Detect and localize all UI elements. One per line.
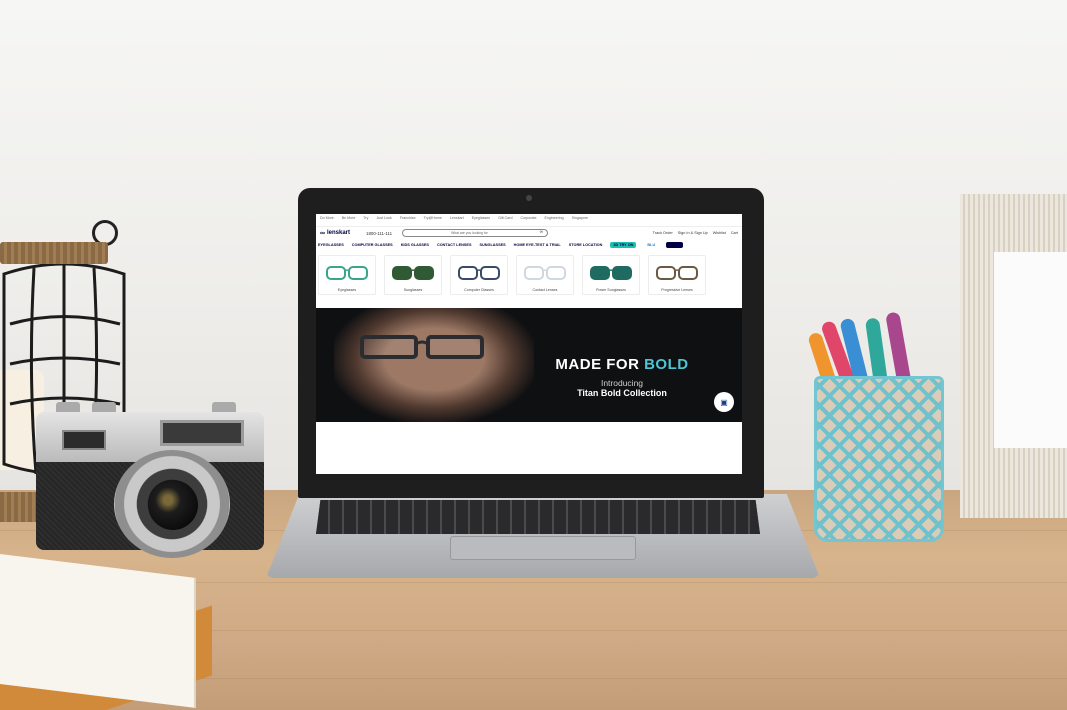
chat-button[interactable]: ▣ (714, 392, 734, 412)
webcam (526, 195, 532, 201)
glasses-search-icon[interactable]: ∞ (540, 230, 543, 235)
website-display: Do More Be More Try Just Look Franchise Try@H… (316, 214, 742, 474)
nav-item[interactable]: CONTACT LENSES (437, 243, 472, 247)
banner-collection: Titan Bold Collection (577, 388, 667, 398)
glasses-icon (458, 266, 500, 280)
nav-item[interactable]: KIDS GLASSES (401, 243, 429, 247)
main-nav: EYEGLASSES COMPUTER GLASSES KIDS GLASSES CO… (316, 239, 742, 250)
category-tile[interactable]: Computer Glasses (450, 255, 508, 295)
glasses-icon (392, 266, 434, 280)
utility-link[interactable]: Lenskart (450, 216, 464, 224)
category-label: Contact Lenses (532, 288, 558, 292)
category-label: Progressive Lenses (661, 288, 693, 292)
glasses-icon: ∞ (320, 229, 325, 237)
camera-viewfinder (62, 430, 106, 450)
camera-lens-glass (148, 480, 198, 530)
laptop-screen: Do More Be More Try Just Look Franchise Try@H… (298, 188, 764, 498)
utility-link[interactable]: Franchise (400, 216, 416, 224)
header-link[interactable]: Sign In & Sign Up (678, 231, 708, 235)
picture-frame (960, 194, 1067, 518)
category-tile[interactable]: Progressive Lenses (648, 255, 706, 295)
category-tile[interactable]: Contact Lenses (516, 255, 574, 295)
utility-link[interactable]: Eyeglasses (472, 216, 490, 224)
utility-link[interactable]: Singapore (572, 216, 588, 224)
utility-link[interactable]: Just Look (376, 216, 391, 224)
search-placeholder: What are you looking for (451, 231, 488, 235)
banner-headline: MADE FOR BOLD (540, 356, 704, 373)
nav-item[interactable]: HOME EYE-TEST & TRIAL (514, 243, 561, 247)
category-tile[interactable]: Power Sunglasses (582, 255, 640, 295)
category-tiles: Eyeglasses Sunglasses Computer Glasses Cont… (316, 250, 742, 308)
site-logo[interactable]: ∞ lenskart (320, 230, 350, 237)
category-tile[interactable]: Sunglasses (384, 255, 442, 295)
laptop-keyboard (316, 500, 760, 534)
banner-intro: Introducing (600, 378, 644, 388)
nav-badge[interactable]: BLU (644, 241, 659, 248)
nav-item[interactable]: EYEGLASSES (318, 243, 344, 247)
hero-banner[interactable]: MADE FOR BOLD Introducing Titan Bold Col… (316, 308, 742, 422)
glasses-icon (656, 266, 698, 280)
logo-text: lenskart (327, 230, 351, 236)
search-input[interactable]: What are you looking for ∞ (402, 229, 549, 237)
utility-link[interactable]: Gift Card (498, 216, 512, 224)
laptop-trackpad (450, 536, 636, 560)
glasses-icon (326, 266, 368, 280)
category-label: Computer Glasses (464, 288, 494, 292)
category-label: Eyeglasses (337, 288, 357, 292)
nav-badge[interactable]: 3D TRY ON (610, 241, 637, 248)
utility-link[interactable]: Try (363, 216, 368, 224)
nav-item[interactable]: STORE LOCATION (569, 243, 603, 247)
model-face (334, 308, 534, 422)
vintage-camera (36, 402, 268, 558)
utility-bar: Do More Be More Try Just Look Franchise Try@H… (316, 214, 742, 227)
nav-item[interactable]: COMPUTER GLASSES (352, 243, 393, 247)
nav-item[interactable]: SUNGLASSES (480, 243, 506, 247)
phone-number[interactable]: 1800-111-111 (366, 231, 392, 236)
header-links: Track Order Sign In & Sign Up Wishlist Cart (653, 231, 738, 235)
glasses-icon (590, 266, 632, 280)
utility-link[interactable]: Try@Home (424, 216, 442, 224)
book-page (0, 553, 196, 709)
lantern-base (0, 492, 40, 522)
category-label: Sunglasses (403, 288, 423, 292)
utility-link[interactable]: Engineering (544, 216, 563, 224)
banner-headline-part1: MADE FOR (555, 356, 645, 373)
category-tile[interactable]: Eyeglasses (318, 255, 376, 295)
frame-picture (994, 252, 1067, 448)
glasses-icon (524, 266, 566, 280)
header-link[interactable]: Cart (731, 231, 738, 235)
site-header: ∞ lenskart 1800-111-111 What are you loo… (316, 227, 742, 239)
pencil-cup (807, 311, 944, 542)
camera-rangefinder (160, 420, 244, 446)
open-book (0, 553, 214, 710)
below-fold (316, 422, 742, 452)
cup-mesh (814, 376, 944, 542)
header-link[interactable]: Wishlist (713, 231, 726, 235)
chat-icon: ▣ (720, 397, 728, 407)
utility-link[interactable]: Be More (342, 216, 356, 224)
utility-link[interactable]: Do More (320, 216, 334, 224)
lantern-cap (0, 242, 108, 264)
banner-eyeglasses (360, 335, 484, 359)
header-link[interactable]: Track Order (653, 231, 673, 235)
category-label: Power Sunglasses (596, 288, 626, 292)
nav-badge[interactable]: GOLD (666, 241, 684, 248)
banner-headline-part2: BOLD (644, 356, 689, 373)
utility-link[interactable]: Corporate (520, 216, 536, 224)
